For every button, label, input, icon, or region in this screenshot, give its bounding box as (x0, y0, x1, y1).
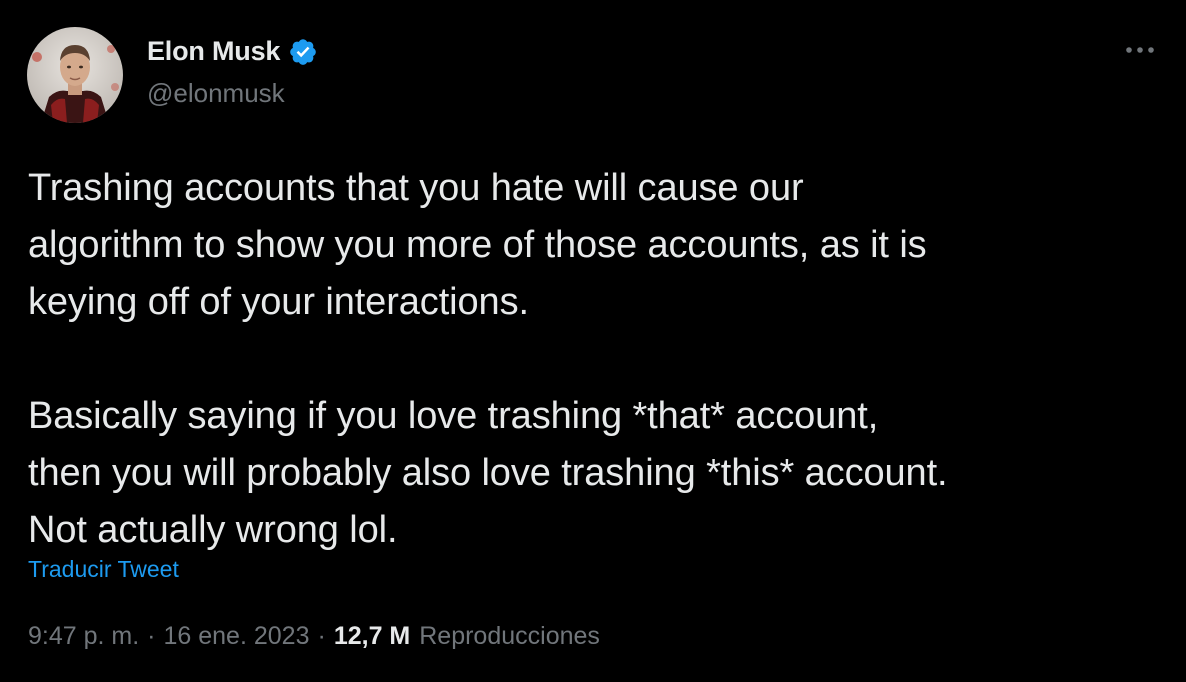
tweet-card: Elon Musk @elonmusk Trashing accounts th… (0, 0, 1186, 682)
avatar[interactable] (27, 27, 123, 123)
tweet-meta: 9:47 p. m. · 16 ene. 2023 · 12,7 M Repro… (28, 622, 600, 651)
views-count[interactable]: 12,7 M (334, 622, 410, 651)
user-avatar-photo-icon (27, 27, 123, 123)
verified-badge-icon[interactable] (288, 37, 318, 67)
author-handle[interactable]: @elonmusk (147, 78, 285, 109)
more-options-button[interactable] (1122, 38, 1158, 62)
tweet-time[interactable]: 9:47 p. m. (28, 622, 139, 651)
views-label: Reproducciones (419, 622, 600, 650)
tweet-date[interactable]: 16 ene. 2023 (164, 622, 310, 651)
meta-separator: · (147, 622, 156, 650)
meta-separator: · (317, 622, 326, 650)
translate-tweet-link[interactable]: Traducir Tweet (28, 556, 179, 583)
author-name-row: Elon Musk (147, 36, 318, 67)
tweet-text: Trashing accounts that you hate will cau… (28, 167, 948, 551)
author-display-name[interactable]: Elon Musk (147, 36, 280, 67)
more-horizontal-icon (1126, 47, 1154, 53)
